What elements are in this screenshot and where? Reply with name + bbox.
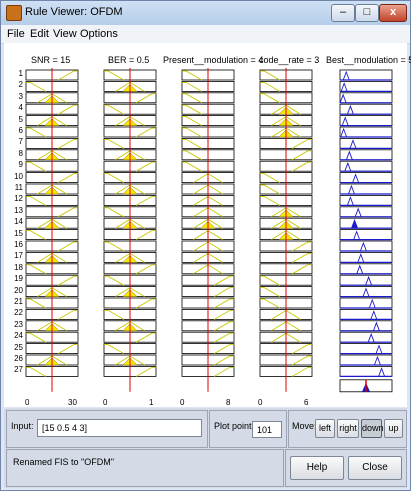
menu-options[interactable]: Options — [80, 28, 118, 40]
minimize-button[interactable]: – — [331, 4, 355, 22]
axis-ber-max: 1 — [149, 398, 154, 407]
rule-cell-output — [339, 331, 393, 343]
control-panel: Input: Plot points: Move: left right dow… — [4, 408, 407, 488]
rule-cell-output — [339, 263, 393, 275]
membership-plots[interactable] — [4, 43, 407, 407]
rule-cell-output — [339, 206, 393, 218]
matlab-app-icon — [6, 5, 22, 21]
menu-edit[interactable]: Edit — [30, 28, 49, 40]
axis-snr-max: 30 — [68, 398, 77, 407]
move-label: Move: — [292, 421, 317, 431]
axis-snr-min: 0 — [25, 398, 30, 407]
input-group: Input: — [6, 410, 208, 448]
rule-cell-output — [339, 320, 393, 332]
rule-cell-output — [339, 81, 393, 92]
status-group: Renamed FIS to "OFDM" — [6, 449, 284, 487]
status-text: Renamed FIS to "OFDM" — [13, 457, 114, 467]
move-left-button[interactable]: left — [315, 419, 335, 438]
close-button[interactable]: Close — [348, 456, 402, 480]
window-title: Rule Viewer: OFDM — [25, 6, 123, 18]
axis-pm-max: 8 — [226, 398, 231, 407]
rule-cell-output — [339, 229, 393, 241]
menu-bar: File Edit View Options — [1, 25, 410, 44]
title-bar: Rule Viewer: OFDM – □ x — [1, 1, 410, 26]
rule-cell-output — [339, 172, 393, 184]
close-window-button[interactable]: x — [379, 4, 407, 22]
move-right-button[interactable]: right — [337, 419, 359, 438]
rule-cell-output — [339, 183, 393, 195]
rule-cell-output — [339, 308, 393, 320]
rule-cell-output — [339, 126, 393, 138]
maximize-button[interactable]: □ — [355, 4, 379, 22]
rule-cell-output — [339, 138, 393, 149]
axis-cr-max: 6 — [304, 398, 309, 407]
rule-cell-output — [339, 251, 393, 263]
plot-points-group: Plot points: — [209, 410, 287, 448]
move-group: Move: left right down up — [288, 410, 407, 448]
input-label: Input: — [11, 421, 34, 431]
rule-cell-output — [339, 92, 393, 104]
rule-cell-output — [339, 343, 393, 355]
axis-ber-min: 0 — [103, 398, 108, 407]
rule-plot-area[interactable]: SNR = 15 BER = 0.5 Present__modulation =… — [4, 43, 411, 407]
rule-cell-output — [339, 217, 393, 229]
rule-cell-output — [339, 297, 393, 309]
help-button[interactable]: Help — [290, 456, 344, 480]
move-up-button[interactable]: up — [384, 419, 403, 438]
axis-cr-min: 0 — [258, 398, 263, 407]
rule-cell-output — [339, 354, 393, 366]
rule-viewer-window: Rule Viewer: OFDM – □ x File Edit View O… — [0, 0, 411, 491]
menu-file[interactable]: File — [7, 28, 25, 40]
menu-view[interactable]: View — [53, 28, 77, 40]
action-group: Help Close — [285, 449, 407, 487]
plot-points-field[interactable] — [252, 421, 282, 438]
move-down-button[interactable]: down — [361, 419, 384, 438]
input-vector-field[interactable] — [37, 419, 202, 437]
axis-pm-min: 0 — [180, 398, 185, 407]
